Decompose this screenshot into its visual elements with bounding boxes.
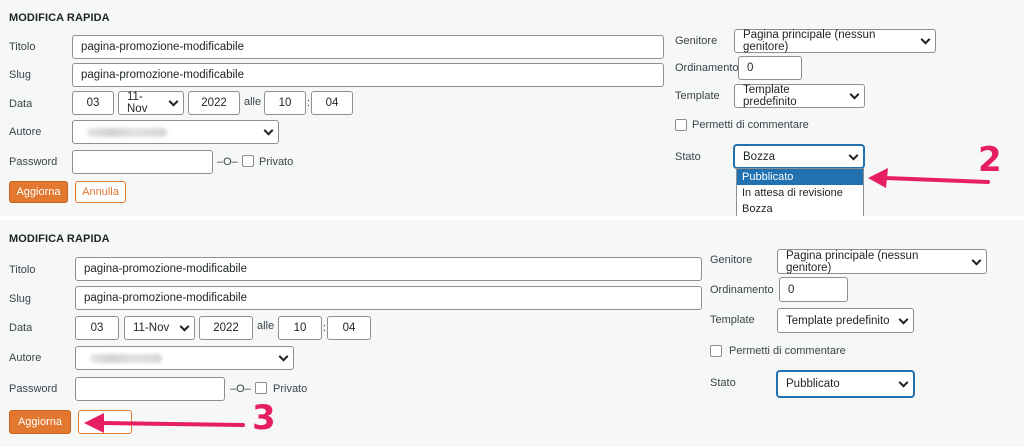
arrow-step-3 <box>84 413 245 433</box>
step-3-label: 3 <box>252 398 276 438</box>
step-2-label: 2 <box>978 140 1002 180</box>
arrow-step-2 <box>868 168 990 188</box>
annotation-arrows <box>84 168 990 433</box>
